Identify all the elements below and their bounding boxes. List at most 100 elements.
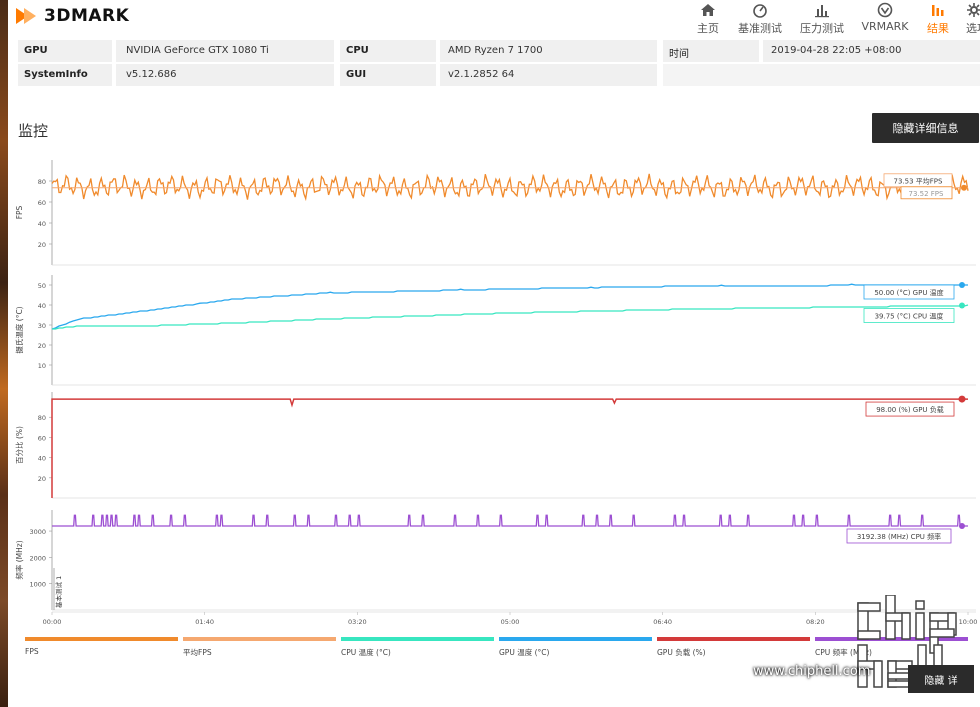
x-tick-label: 01:40 [195, 618, 214, 626]
gpu-temp-tag: 50.00 (°C) GPU 温度 [874, 288, 943, 297]
gui-label: GUI [346, 69, 367, 80]
y-tick-label: 80 [38, 178, 46, 186]
nav-home[interactable]: 主页 [693, 2, 723, 36]
y-tick-label: 40 [38, 455, 46, 463]
cpu-value: AMD Ryzen 7 1700 [448, 45, 543, 56]
y-axis-label: FPS [15, 205, 24, 219]
legend-swatch-gpu-load [657, 637, 810, 641]
gear-icon [967, 3, 980, 17]
gpu-load-series-line [51, 398, 968, 498]
gpu-load-tag: 98.00 (%) GPU 负载 [876, 405, 944, 414]
y-tick-label: 20 [38, 342, 46, 350]
cpu-freq-end-marker [959, 522, 965, 529]
nav-stress-tests-label: 压力测试 [800, 22, 844, 35]
cpu-temp-end-marker [959, 302, 965, 309]
nav-results-label: 结果 [927, 22, 949, 35]
vr-icon [877, 2, 893, 18]
y-tick-label: 20 [38, 475, 46, 483]
background-artwork-strip [0, 0, 8, 707]
gauge-icon [753, 4, 767, 18]
nav-results[interactable]: 结果 [924, 2, 952, 36]
legend-label-fps: FPS [25, 647, 39, 656]
y-tick-label: 60 [38, 199, 46, 207]
nav-vrmark[interactable]: VRMARK [860, 2, 910, 33]
sysinfo-value-cell: v5.12.686 [116, 64, 334, 86]
y-tick-label: 1000 [29, 581, 46, 589]
3dmark-logo-icon [16, 8, 36, 24]
monitoring-title: 监控 [18, 122, 49, 140]
hide-details-bottom-label: 隐藏 详 [924, 675, 958, 687]
app-logo[interactable]: 3DMARK [16, 6, 129, 26]
sysinfo-label: SystemInfo [24, 69, 88, 80]
hide-details-button[interactable]: 隐藏详细信息 [872, 113, 979, 143]
time-value: 2019-04-28 22:05 +08:00 [771, 45, 902, 56]
gpu-label: GPU [24, 45, 48, 56]
sysinfo-value: v5.12.686 [126, 69, 177, 80]
nav-benchmarks-label: 基准测试 [738, 22, 782, 35]
legend-item-cpu-temp[interactable]: CPU 温度 (°C) [341, 637, 494, 667]
y-axis-label: 摄氏温度 (°C) [14, 306, 24, 353]
x-tick-label: 03:20 [348, 618, 367, 626]
y-tick-label: 40 [38, 302, 46, 310]
gpu-value: NVIDIA GeForce GTX 1080 Ti [126, 45, 269, 56]
gpu-label-cell: GPU [18, 40, 112, 62]
y-tick-label: 2000 [29, 554, 46, 562]
empty-info-cell [663, 64, 980, 86]
results-icon [932, 5, 944, 16]
test-marker-label: 基本测试 1 [54, 576, 63, 608]
nav-benchmarks[interactable]: 基准测试 [736, 2, 784, 36]
y-tick-label: 3000 [29, 528, 46, 536]
gui-value-cell: v2.1.2852 64 [440, 64, 657, 86]
x-tick-label: 05:00 [501, 618, 520, 626]
legend-label-avg-fps: 平均FPS [183, 648, 212, 657]
time-value-cell: 2019-04-28 22:05 +08:00 [763, 40, 980, 62]
nav-home-label: 主页 [697, 22, 719, 35]
legend-item-avg-fps[interactable]: 平均FPS [183, 637, 336, 667]
nav-options-label: 选项 [966, 22, 980, 35]
legend-item-gpu-temp[interactable]: GPU 温度 (°C) [499, 637, 652, 667]
nav-stress-tests[interactable]: 压力测试 [798, 2, 846, 36]
legend-item-gpu-load[interactable]: GPU 负载 (%) [657, 637, 810, 667]
x-tick-label: 00:00 [43, 618, 62, 626]
monitoring-chart-svg: 20 40 60 80 FPS 10 20 30 40 50 摄氏温度 (°C) 20 40 60 80 百分… [14, 160, 977, 626]
y-tick-label: 50 [38, 282, 46, 290]
legend-swatch-avg-fps [183, 637, 336, 641]
gpu-load-end-marker [958, 395, 966, 403]
y-tick-label: 60 [38, 434, 46, 442]
legend-label-gpu-temp: GPU 温度 (°C) [499, 648, 550, 657]
legend-label-gpu-load: GPU 负载 (%) [657, 648, 706, 657]
legend-swatch-cpu-temp [341, 637, 494, 641]
y-tick-label: 40 [38, 220, 46, 228]
y-tick-label: 10 [38, 362, 46, 370]
gpu-temp-end-marker [959, 282, 965, 288]
watermark-text: www.chiphell.com [753, 664, 871, 679]
x-tick-label: 08:20 [806, 618, 825, 626]
y-tick-label: 30 [38, 322, 46, 330]
y-axis-label: 频率 (MHz) [14, 540, 24, 579]
y-tick-label: 20 [38, 241, 46, 249]
home-icon [701, 4, 715, 16]
legend-swatch-gpu-temp [499, 637, 652, 641]
cpu-temp-tag: 39.75 (°C) CPU 温度 [875, 312, 944, 321]
gui-label-cell: GUI [340, 64, 436, 86]
bars-icon [815, 5, 829, 18]
x-tick-label: 06:40 [653, 618, 672, 626]
fps-series-line [51, 173, 969, 202]
legend-swatch-fps [25, 637, 178, 641]
hide-details-bottom-button[interactable]: 隐藏 详 [908, 665, 974, 693]
cpu-label-cell: CPU [340, 40, 436, 62]
nav-options[interactable]: 选项 [966, 2, 980, 36]
y-axis-label: 百分比 (%) [14, 426, 24, 464]
gpu-value-cell: NVIDIA GeForce GTX 1080 Ti [116, 40, 334, 62]
app-name: 3DMARK [44, 6, 130, 26]
legend-label-cpu-temp: CPU 温度 (°C) [341, 648, 391, 657]
cpu-label: CPU [346, 45, 369, 56]
monitoring-chart: 20 40 60 80 FPS 10 20 30 40 50 摄氏温度 (°C) 20 40 60 80 百分… [8, 150, 980, 630]
avg-fps-tag: 73.53 平均FPS [894, 176, 944, 185]
gui-value: v2.1.2852 64 [448, 69, 515, 80]
cpu-temp-series-line [52, 304, 969, 330]
cpu-freq-tag: 3192.38 (MHz) CPU 频率 [857, 532, 941, 541]
chart-legend: FPS 平均FPS CPU 温度 (°C) GPU 温度 (°C) GPU 负载… [25, 637, 975, 667]
legend-item-fps[interactable]: FPS [25, 637, 178, 667]
y-tick-label: 80 [38, 414, 46, 422]
